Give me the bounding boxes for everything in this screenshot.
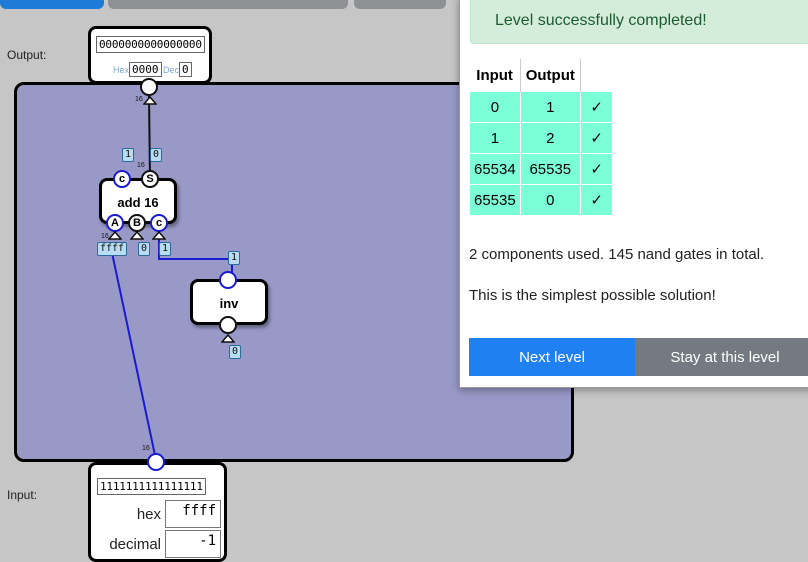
wire-input-a [110, 247, 157, 461]
cell-input: 65535 [469, 184, 521, 216]
add16-carry-out-pin[interactable]: c [113, 170, 131, 188]
table-row: 65534 65535 ✓ [469, 153, 614, 185]
output-pin[interactable] [140, 78, 158, 96]
add16-carry-in-pin[interactable]: c [150, 214, 168, 232]
a-value: ffff [97, 242, 128, 256]
cell-output: 65535 [519, 153, 581, 185]
output-hex-field[interactable]: 0000 [129, 62, 162, 77]
check-icon: ✓ [579, 153, 614, 185]
output-arrow-icon [143, 96, 157, 105]
b-value: 0 [138, 242, 151, 256]
add16-b-pin[interactable]: B [128, 214, 146, 232]
input-pin[interactable] [147, 453, 165, 471]
header-input: Input [469, 59, 521, 92]
summary-text: 2 components used. 145 nand gates in tot… [469, 246, 765, 263]
level-complete-dialog: Level successfully completed! Input Outp… [459, 0, 808, 388]
input-width-label: 16 [142, 445, 150, 452]
header-check [580, 59, 613, 92]
input-decimal-label: decimal [109, 536, 161, 553]
success-alert: Level successfully completed! [470, 0, 808, 44]
input-node[interactable]: 1111111111111111 hex ffff decimal -1 [88, 462, 227, 562]
header-output: Output [520, 59, 581, 92]
truth-table: Input Output 0 1 ✓ 1 2 ✓ 65534 65535 ✓ 6… [469, 59, 614, 216]
check-icon: ✓ [579, 184, 614, 216]
b-arrow-icon [130, 231, 144, 240]
output-bits: 0000000000000000 [96, 36, 205, 53]
add16-sum-pin[interactable]: S [141, 170, 159, 188]
success-text: Level successfully completed! [495, 12, 707, 29]
table-row: 1 2 ✓ [469, 122, 614, 154]
note-text: This is the simplest possible solution! [469, 287, 716, 304]
wire-sum-output [148, 95, 151, 179]
sum-value: 0 [150, 148, 163, 162]
cell-output: 2 [519, 122, 581, 154]
stay-level-button[interactable]: Stay at this level [635, 338, 808, 376]
cell-input: 65534 [469, 153, 521, 185]
hex-label: Hex [113, 65, 130, 75]
add16-a-pin[interactable]: A [106, 214, 124, 232]
inv-input-pin[interactable] [219, 271, 237, 289]
inv-title: inv [219, 296, 239, 311]
inv-output-value: 0 [229, 345, 242, 359]
cin-arrow-icon [152, 231, 166, 240]
dec-label: Dec [163, 65, 180, 75]
input-hex-label: hex [136, 506, 161, 523]
cell-input: 1 [469, 122, 521, 154]
output-node[interactable]: 0000000000000000 Hex 0000 Dec 0 [88, 26, 212, 84]
check-icon: ✓ [579, 91, 614, 123]
add16-title: add 16 [117, 195, 159, 210]
carry-in-value: 1 [159, 242, 172, 256]
carry-out-value: 1 [122, 148, 135, 162]
sum-width-label: 16 [137, 162, 145, 169]
inv-input-value: 1 [228, 251, 241, 265]
input-bits[interactable]: 1111111111111111 [97, 478, 206, 495]
cell-input: 0 [469, 91, 521, 123]
input-decimal-field[interactable]: -1 [165, 530, 221, 558]
cell-output: 0 [519, 184, 581, 216]
inv-output-pin[interactable] [219, 316, 237, 334]
next-level-button[interactable]: Next level [469, 338, 635, 376]
output-dec-field[interactable]: 0 [179, 62, 192, 77]
check-icon: ✓ [579, 122, 614, 154]
output-width-label: 16 [135, 96, 143, 103]
cell-output: 1 [519, 91, 581, 123]
inv-arrow-icon [221, 334, 235, 343]
input-hex-field[interactable]: ffff [165, 500, 221, 528]
table-row: 65535 0 ✓ [469, 184, 614, 216]
a-arrow-icon [108, 231, 122, 240]
table-row: 0 1 ✓ [469, 91, 614, 123]
